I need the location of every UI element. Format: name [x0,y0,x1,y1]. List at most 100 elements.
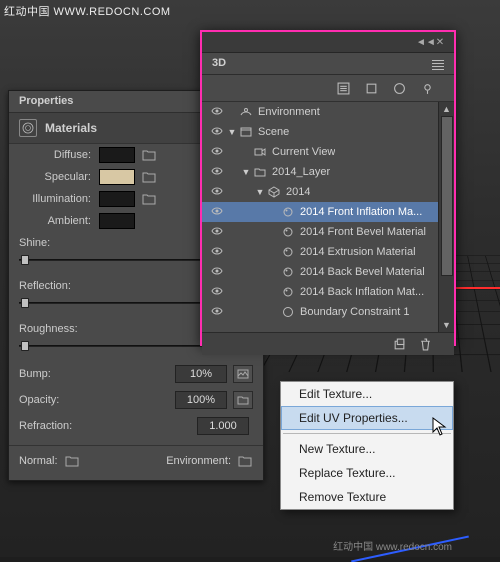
3d-panel-footer [202,332,454,355]
opacity-label: Opacity: [19,394,59,406]
refraction-label: Refraction: [19,420,72,432]
bump-row: Bump: 10% [9,361,263,387]
tree-item[interactable]: ▼ 2014_Layer [202,162,454,182]
3d-panel: ◄◄ ✕ 3D Environment ▼ Scene Current View ▼ 20… [200,30,456,346]
material-icon[interactable] [392,81,406,95]
camera-icon [252,146,268,158]
visibility-eye-icon[interactable] [208,306,226,319]
tree-item-label: 2014 Back Inflation Mat... [300,286,424,298]
visibility-eye-icon[interactable] [208,266,226,279]
tree-item-label: 2014 Back Bevel Material [300,266,425,278]
new-layer-icon[interactable] [392,337,406,351]
materials-icon [19,119,37,137]
twisty-icon[interactable]: ▼ [254,187,266,197]
visibility-eye-icon[interactable] [208,186,226,199]
tree-item-label: 2014 [286,186,310,198]
specular-texture-button[interactable] [141,170,157,184]
opacity-value[interactable]: 100% [175,391,227,409]
trash-icon[interactable] [418,337,432,351]
twisty-icon[interactable]: ▼ [226,127,238,137]
tree-item[interactable]: ▼ Scene [202,122,454,142]
scroll-down-icon[interactable]: ▼ [439,318,454,332]
tree-item-label: 2014 Extrusion Material [300,246,416,258]
tree-item-label: Current View [272,146,335,158]
context-menu-item[interactable]: Edit Texture... [281,382,453,406]
normal-texture-button[interactable] [64,454,80,468]
context-menu-item[interactable]: Edit UV Properties... [281,406,453,430]
filter-icon[interactable] [336,81,350,95]
tree-item-label: 2014_Layer [272,166,330,178]
watermark-bottom: 红动中国 www.redocn.com [333,538,452,553]
tree-item[interactable]: 2014 Back Inflation Mat... [202,282,454,302]
ambient-swatch[interactable] [99,213,135,229]
bump-texture-button[interactable] [233,365,253,383]
visibility-eye-icon[interactable] [208,206,226,219]
specular-swatch[interactable] [99,169,135,185]
diffuse-texture-button[interactable] [141,148,157,162]
refraction-value[interactable]: 1.000 [197,417,249,435]
context-menu-item[interactable]: New Texture... [281,437,453,461]
bump-value[interactable]: 10% [175,365,227,383]
normal-label: Normal: [19,455,58,467]
refraction-row: Refraction: 1.000 [9,413,263,439]
mesh-icon [266,186,282,198]
environment-label: Environment: [166,455,231,467]
collapse-icon[interactable]: ◄◄ [416,37,428,47]
context-menu-item[interactable]: Remove Texture [281,485,453,509]
properties-tab-label: Properties [19,95,73,107]
bound-icon [280,306,296,318]
diffuse-label: Diffuse: [19,149,99,161]
folder-icon [252,166,268,178]
light-icon[interactable] [420,81,434,95]
tree-item[interactable]: Boundary Constraint 1 [202,302,454,322]
twisty-icon[interactable]: ▼ [240,167,252,177]
mat-icon [280,206,296,218]
close-icon[interactable]: ✕ [434,37,446,47]
visibility-eye-icon[interactable] [208,246,226,259]
context-menu-item[interactable]: Replace Texture... [281,461,453,485]
materials-title: Materials [45,121,97,135]
tree-item[interactable]: ▼ 2014 [202,182,454,202]
visibility-eye-icon[interactable] [208,106,226,119]
tree-item[interactable]: Current View [202,142,454,162]
tree-item[interactable]: Environment [202,102,454,122]
texture-context-menu: Edit Texture...Edit UV Properties... New … [280,381,454,510]
scene-icon [238,126,254,138]
mat-icon [280,266,296,278]
visibility-eye-icon[interactable] [208,126,226,139]
mat-icon [280,286,296,298]
visibility-eye-icon[interactable] [208,226,226,239]
ambient-label: Ambient: [19,215,99,227]
tree-item[interactable]: 2014 Extrusion Material [202,242,454,262]
3d-panel-titlebar[interactable]: ◄◄ ✕ [202,32,454,53]
visibility-eye-icon[interactable] [208,166,226,179]
tree-item[interactable]: 2014 Front Bevel Material [202,222,454,242]
env-icon [238,106,254,118]
tree-item[interactable]: 2014 Front Inflation Ma... [202,202,454,222]
environment-texture-button[interactable] [237,454,253,468]
tree-item-label: 2014 Front Bevel Material [300,226,426,238]
mesh-icon[interactable] [364,81,378,95]
tree-item-label: Scene [258,126,289,138]
3d-scene-tree: Environment ▼ Scene Current View ▼ 2014_Layer… [202,102,454,332]
normal-env-row: Normal: Environment: [9,445,263,480]
3d-toolbar [202,75,454,102]
3d-tab-label[interactable]: 3D [212,57,226,69]
3d-panel-menu-icon[interactable] [432,58,444,68]
tree-item[interactable]: 2014 Back Bevel Material [202,262,454,282]
visibility-eye-icon[interactable] [208,146,226,159]
watermark-top: 红动中国 WWW.REDOCN.COM [4,3,171,19]
opacity-texture-button[interactable] [233,391,253,409]
cursor-icon [432,417,448,440]
scrollbar-thumb[interactable] [441,116,453,276]
tree-item-label: Boundary Constraint 1 [300,306,409,318]
scroll-up-icon[interactable]: ▲ [439,102,454,116]
mat-icon [280,246,296,258]
diffuse-swatch[interactable] [99,147,135,163]
bump-label: Bump: [19,368,51,380]
illumination-label: Illumination: [19,193,99,205]
illumination-swatch[interactable] [99,191,135,207]
illumination-texture-button[interactable] [141,192,157,206]
visibility-eye-icon[interactable] [208,286,226,299]
tree-scrollbar[interactable]: ▲ ▼ [438,102,454,332]
